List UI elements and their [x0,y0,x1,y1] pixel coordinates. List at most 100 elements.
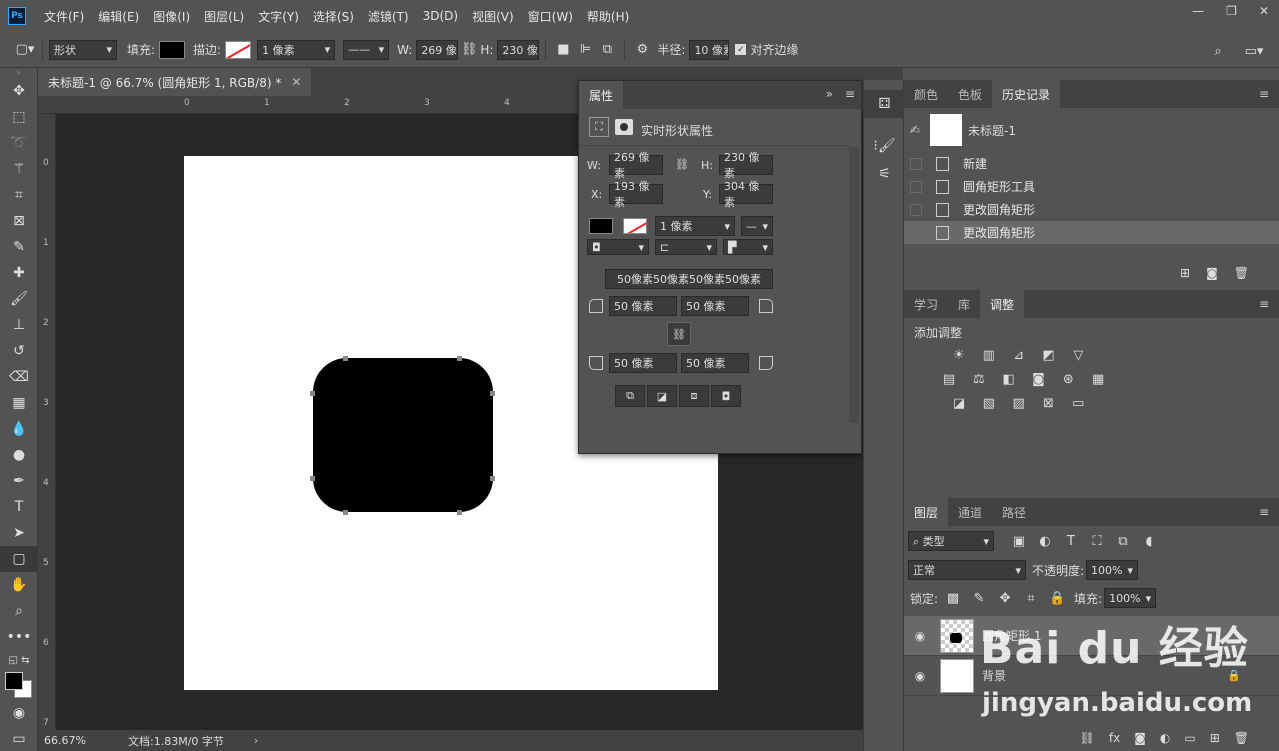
align-edges-checkbox[interactable]: ✓ [735,44,747,55]
path-anchor[interactable] [457,510,462,515]
fill-opacity-field[interactable]: 100% ▾ [1104,588,1157,608]
tab-layers[interactable]: 图层 [904,498,949,526]
threshold-icon[interactable]: ▨ [1010,395,1028,411]
tab-libraries[interactable]: 库 [948,290,980,318]
swap-colors-icon[interactable]: ◱ ⇆ [0,650,38,670]
close-button[interactable]: ✕ [1259,4,1269,18]
stroke-width-field[interactable]: 1 像素 ▾ [257,39,336,60]
marquee-tool-icon[interactable]: ⬚ [0,104,38,130]
menu-file[interactable]: 文件(F) [44,8,84,25]
new-layer-icon[interactable]: ⊞ [1210,731,1220,745]
blur-tool-icon[interactable]: 💧 [0,416,38,442]
hand-tool-icon[interactable]: ✋ [0,572,38,598]
path-selection-tool-icon[interactable]: ➤ [0,520,38,546]
menu-window[interactable]: 窗口(W) [528,8,573,25]
channel-mixer-icon[interactable]: ⊛ [1059,371,1077,387]
gradient-tool-icon[interactable]: ▦ [0,390,38,416]
link-layers-icon[interactable]: ⛓ [1080,731,1095,745]
tab-learn[interactable]: 学习 [904,290,948,318]
corner-tl-field[interactable]: 50 像素 [609,296,677,316]
filter-type-icon[interactable]: T [1062,533,1080,549]
tab-adjustments[interactable]: 调整 [980,290,1025,318]
prop-fill-swatch[interactable] [589,218,613,234]
link-icon[interactable]: ⛓ [458,39,480,61]
trash-icon[interactable]: 🗑 [1234,266,1249,280]
status-expand-icon[interactable]: › [254,734,258,747]
selective-color-icon[interactable]: ⊠ [1039,395,1057,411]
collapse-icon[interactable]: » [826,87,833,101]
new-document-from-state-icon[interactable]: ⊞ [1180,266,1190,280]
tab-history[interactable]: 历史记录 [992,80,1061,108]
restore-button[interactable]: ❐ [1226,4,1237,18]
filter-smart-object-icon[interactable]: ⧉ [1114,533,1132,549]
gear-icon[interactable]: ⚙ [631,39,653,61]
lock-artboard-icon[interactable]: ⌗ [1022,590,1040,606]
lock-image-icon[interactable]: ✎ [970,590,988,606]
visibility-eye-icon[interactable]: ◉ [908,669,932,683]
brush-settings-icon[interactable]: ⁝🖌 [864,132,905,160]
eyedropper-tool-icon[interactable]: ✎ [0,234,38,260]
history-item-selected[interactable]: 更改圆角矩形 [904,221,1279,244]
photo-filter-icon[interactable]: ◙ [1029,371,1047,387]
rounded-rectangle-shape[interactable] [313,358,493,512]
history-item[interactable]: 圆角矩形工具 [904,175,1279,198]
layer-filter-select[interactable]: ⌕ 类型 ▾ [908,531,994,551]
pen-tool-icon[interactable]: ✒ [0,468,38,494]
shape-properties-icon[interactable]: ⛶ [589,117,609,137]
opacity-field[interactable]: 100% ▾ [1086,560,1139,580]
tool-mode-select[interactable]: 形状 ▾ [49,39,117,60]
zoom-level[interactable]: 66.67% [44,734,104,747]
intersect-shapes-icon[interactable]: ⧈ [679,385,709,407]
mask-properties-icon[interactable] [615,119,633,135]
healing-brush-tool-icon[interactable]: ✚ [0,260,38,286]
combine-shapes-icon[interactable]: ⧉ [615,385,645,407]
menu-select[interactable]: 选择(S) [313,8,354,25]
close-tab-icon[interactable]: ✕ [291,75,301,89]
more-tools-icon[interactable]: ••• [0,624,38,650]
quick-mask-icon[interactable]: ◉ [0,700,38,726]
prop-y-field[interactable]: 304 像素 [719,180,773,209]
new-group-icon[interactable]: ▭ [1184,731,1195,745]
tab-channels[interactable]: 通道 [948,498,992,526]
height-field[interactable]: 230 像素 [497,39,540,60]
path-anchor[interactable] [457,356,462,361]
prop-stroke-align-select[interactable]: ◘ ▾ [587,239,649,255]
properties-panel-icon[interactable]: ⚃ [864,90,905,118]
history-item[interactable]: 新建 [904,152,1279,175]
properties-tab[interactable]: 属性 [579,81,624,109]
menu-edit[interactable]: 编辑(E) [98,8,139,25]
path-anchor[interactable] [310,391,315,396]
rounded-rectangle-tool-icon[interactable]: ▢ [0,546,38,572]
filter-pixel-icon[interactable]: ▣ [1010,533,1028,549]
visibility-eye-icon[interactable]: ◉ [908,629,932,643]
delete-layer-icon[interactable]: 🗑 [1234,731,1249,745]
color-balance-icon[interactable]: ⚖ [970,371,988,387]
corner-bl-field[interactable]: 50 像素 [609,353,677,373]
tab-color[interactable]: 颜色 [904,80,948,108]
path-operations-icon[interactable]: ■ [552,39,574,61]
panel-menu-icon[interactable]: ≡ [845,87,855,101]
brightness-icon[interactable]: ☀ [950,347,968,363]
color-lookup-icon[interactable]: ▦ [1089,371,1107,387]
add-mask-icon[interactable]: ◙ [1134,731,1146,745]
corners-link-icon[interactable]: ⛓ [667,322,691,346]
menu-layer[interactable]: 图层(L) [204,8,244,25]
new-adjustment-layer-icon[interactable]: ◐ [1160,731,1170,745]
prop-stroke-corners-select[interactable]: ▛ ▾ [723,239,773,255]
prop-x-field[interactable]: 193 像素 [609,180,663,209]
blend-mode-select[interactable]: 正常 ▾ [908,560,1026,580]
fill-swatch[interactable] [159,40,186,59]
prop-link-icon[interactable]: ⛓ [675,158,689,171]
foreground-color-swatch[interactable] [5,672,23,690]
filter-toggle-icon[interactable]: ◖ [1140,533,1158,549]
path-anchor[interactable] [490,476,495,481]
path-alignment-icon[interactable]: ⊫ [574,39,596,61]
history-brush-source-icon[interactable]: ✍ [910,123,928,137]
panel-menu-icon[interactable]: ≡ [1259,87,1269,101]
lock-position-icon[interactable]: ✥ [996,590,1014,606]
screen-mode-icon[interactable]: ▭ [0,726,38,751]
document-tab[interactable]: 未标题-1 @ 66.7% (圆角矩形 1, RGB/8) * ✕ [38,68,312,96]
exposure-icon[interactable]: ◩ [1039,347,1057,363]
magic-wand-tool-icon[interactable]: ⚚ [0,156,38,182]
path-arrangement-icon[interactable]: ⧉ [596,39,618,61]
